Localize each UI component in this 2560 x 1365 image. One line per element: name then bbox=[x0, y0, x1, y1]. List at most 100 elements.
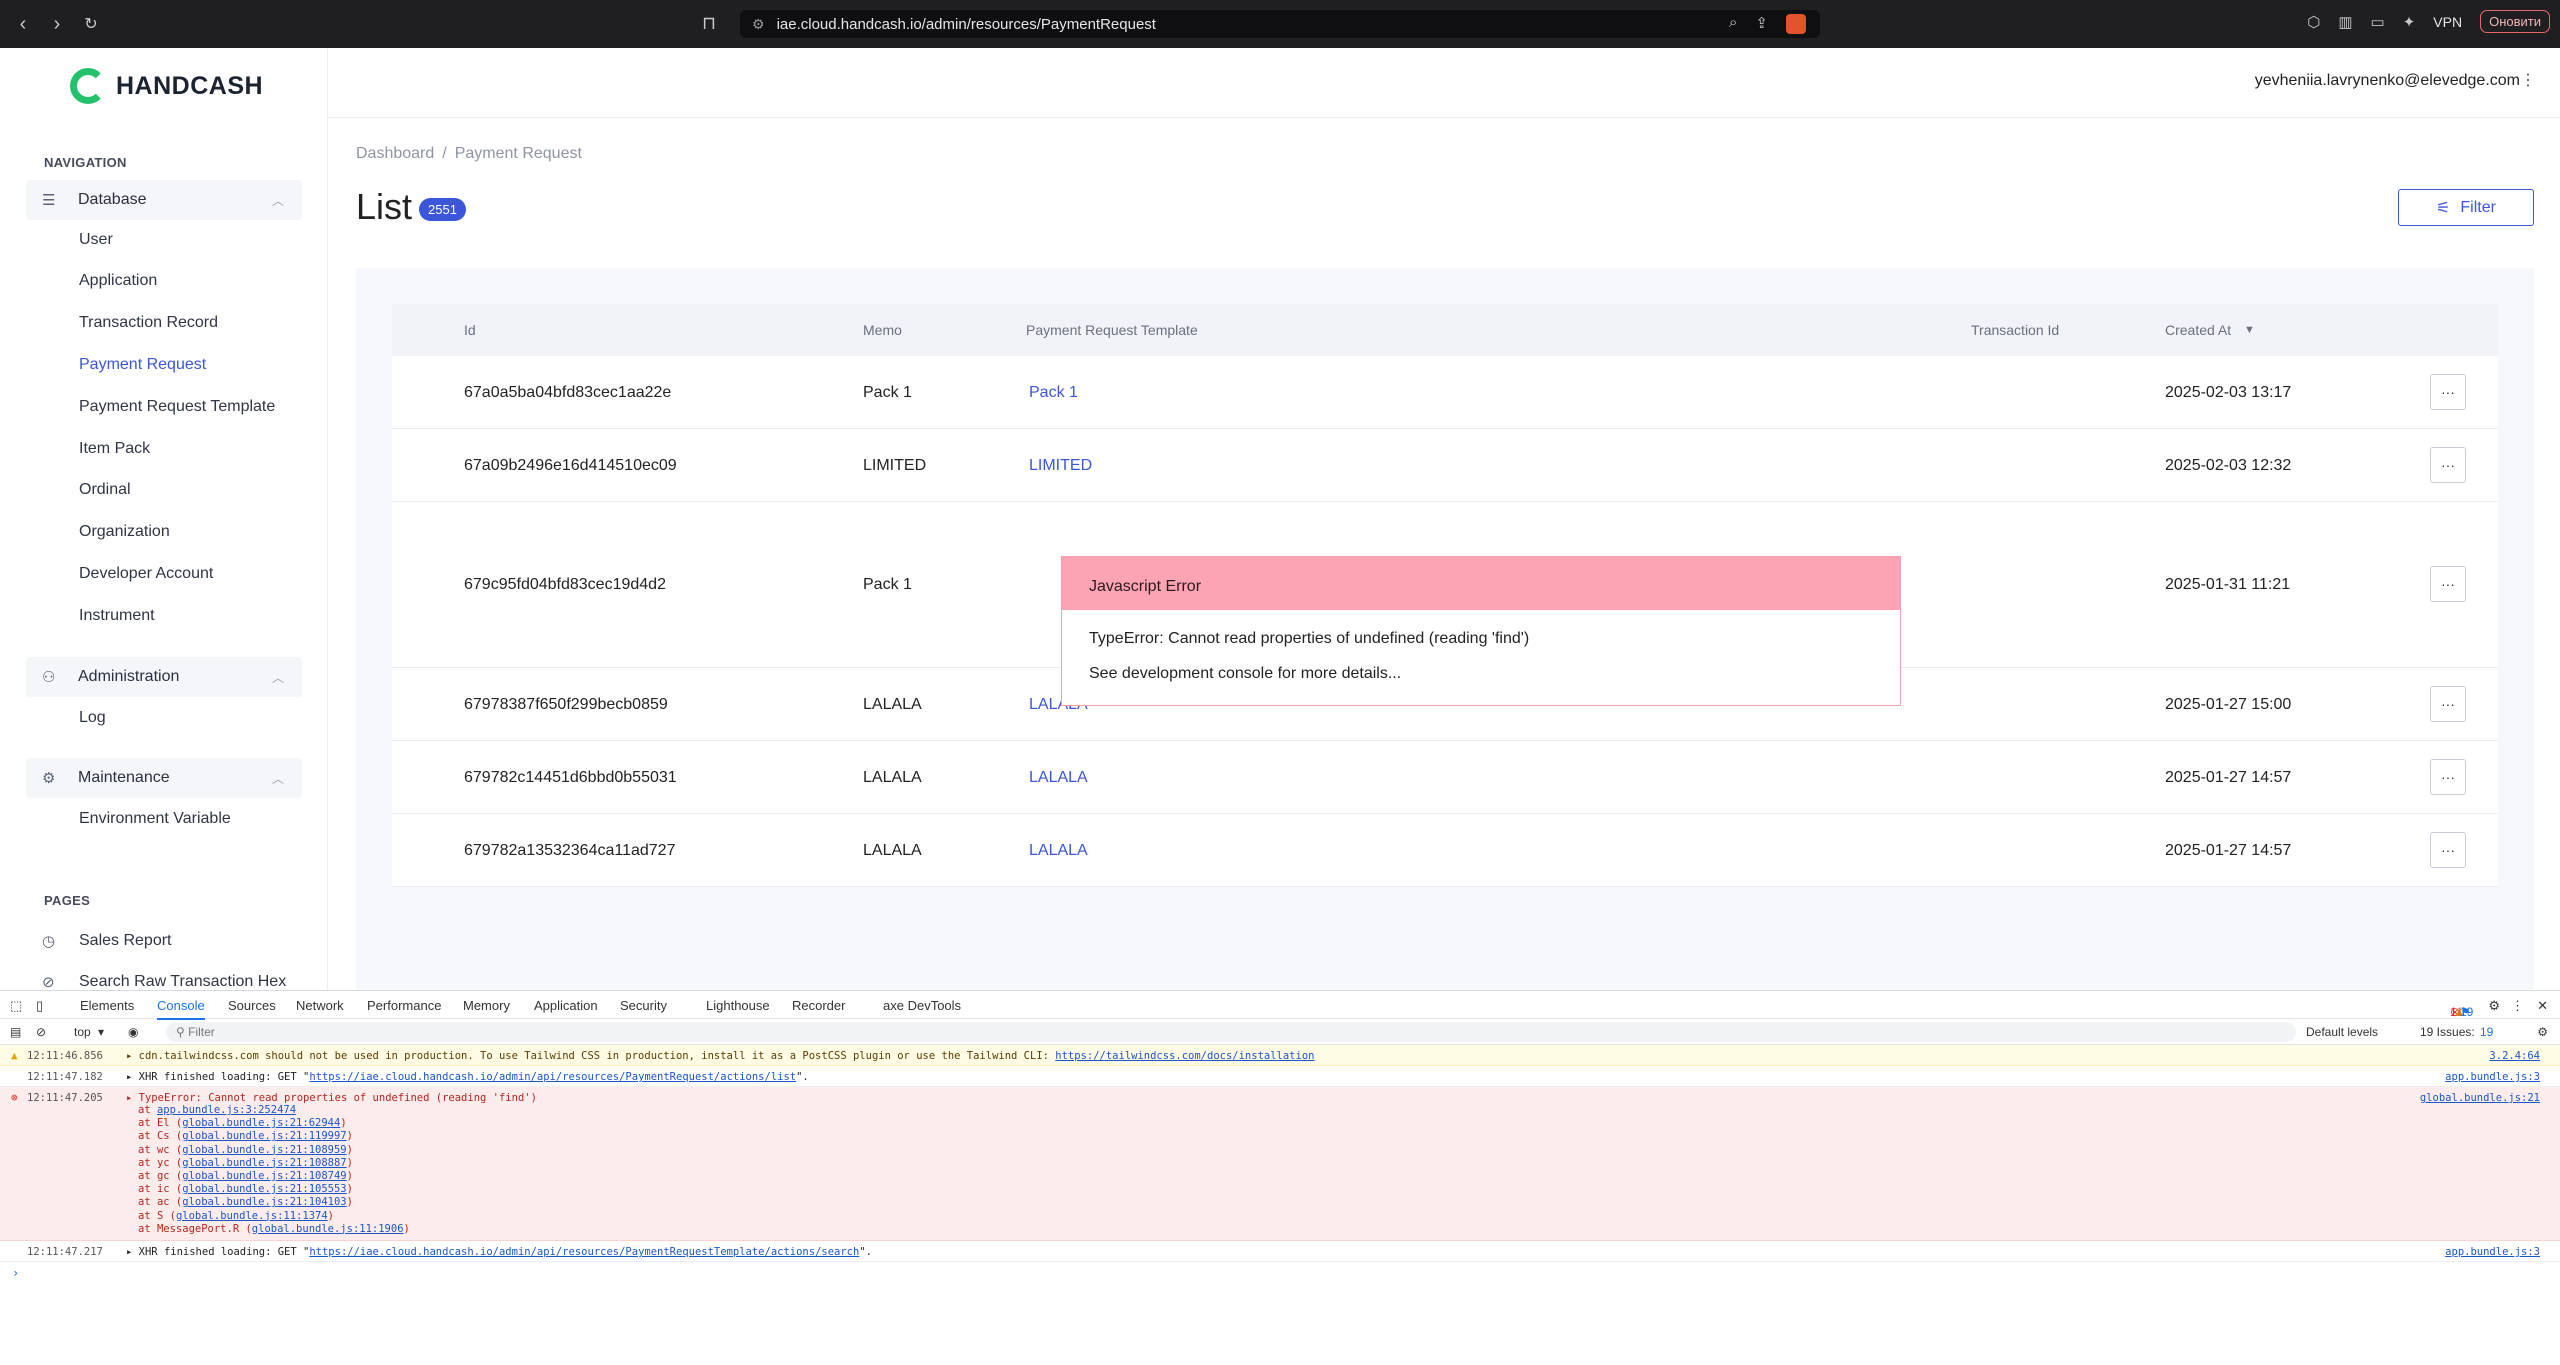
share-icon[interactable]: ⇪ bbox=[1755, 14, 1768, 34]
column-memo[interactable]: Memo bbox=[863, 322, 902, 338]
leo-icon[interactable]: ✦ bbox=[2403, 13, 2416, 31]
frame-link[interactable]: global.bundle.js:21:108959 bbox=[182, 1144, 346, 1156]
column-template[interactable]: Payment Request Template bbox=[1026, 322, 1198, 338]
source-link[interactable]: app.bundle.js:3 bbox=[2445, 1246, 2540, 1258]
close-icon[interactable]: ✕ bbox=[2537, 998, 2548, 1014]
cell-template-link[interactable]: Pack 1 bbox=[1029, 384, 1078, 402]
address-bar[interactable]: ⊓ ⚙ iae.cloud.handcash.io/admin/resource… bbox=[702, 10, 1820, 38]
tab-elements[interactable]: Elements bbox=[80, 998, 134, 1013]
cell-id[interactable]: 679c95fd04bfd83cec19d4d2 bbox=[464, 576, 666, 594]
source-link[interactable]: 3.2.4:64 bbox=[2489, 1050, 2540, 1062]
sidebar-item-organization[interactable]: Organization bbox=[79, 523, 170, 541]
url-text[interactable]: iae.cloud.handcash.io/admin/resources/Pa… bbox=[777, 16, 1156, 33]
message-link[interactable]: https://iae.cloud.handcash.io/admin/api/… bbox=[309, 1246, 859, 1258]
extensions-icon[interactable]: ⬡ bbox=[2307, 13, 2320, 31]
tab-axe-devtools[interactable]: axe DevTools bbox=[883, 998, 961, 1013]
row-actions-button[interactable]: ··· bbox=[2430, 686, 2466, 722]
sidebar-item-sales-report[interactable]: ◷ Sales Report bbox=[42, 932, 172, 950]
sidebar-item-transaction-record[interactable]: Transaction Record bbox=[79, 314, 218, 332]
more-icon[interactable]: ⋮ bbox=[2520, 70, 2536, 90]
sidebar-section-database[interactable]: ☰ Database ︿ bbox=[26, 180, 302, 220]
cell-id[interactable]: 67978387f650f299becb0859 bbox=[464, 696, 668, 714]
devtools-counters[interactable]: ⊗ 1 ▲ 1 ⚑ 19 bbox=[2450, 998, 2473, 1019]
row-actions-button[interactable]: ··· bbox=[2430, 832, 2466, 868]
row-actions-button[interactable]: ··· bbox=[2430, 374, 2466, 410]
back-icon[interactable]: ‹ bbox=[12, 13, 34, 35]
console-error[interactable]: ⊗ 12:11:47.205 ▸ TypeError: Cannot read … bbox=[0, 1087, 2560, 1242]
row-actions-button[interactable]: ··· bbox=[2430, 759, 2466, 795]
tab-memory[interactable]: Memory bbox=[463, 998, 510, 1013]
site-settings-icon[interactable]: ⚙ bbox=[752, 16, 765, 33]
sidebar-item-payment-request[interactable]: Payment Request bbox=[79, 356, 206, 374]
sidebar-item-developer-account[interactable]: Developer Account bbox=[79, 565, 213, 583]
cell-id[interactable]: 679782a13532364ca11ad727 bbox=[464, 842, 675, 860]
sidebar-item-log[interactable]: Log bbox=[79, 709, 106, 727]
tab-network[interactable]: Network bbox=[296, 998, 344, 1013]
levels-select[interactable]: Default levels bbox=[2306, 1025, 2378, 1039]
cell-template-link[interactable]: LALALA bbox=[1029, 842, 1088, 860]
row-actions-button[interactable]: ··· bbox=[2430, 566, 2466, 602]
vpn-button[interactable]: VPN bbox=[2433, 14, 2462, 30]
tab-console[interactable]: Console bbox=[157, 998, 205, 1020]
tab-sources[interactable]: Sources bbox=[228, 998, 276, 1013]
bookmark-icon[interactable]: ⊓ bbox=[702, 13, 716, 34]
message-link[interactable]: https://tailwindcss.com/docs/installatio… bbox=[1055, 1050, 1314, 1062]
console-settings-icon[interactable]: ⚙ bbox=[2537, 1025, 2548, 1039]
sidebar-item-ordinal[interactable]: Ordinal bbox=[79, 481, 131, 499]
sidebar-icon[interactable]: ▤ bbox=[10, 1025, 21, 1039]
issues-badge[interactable]: 19 bbox=[2480, 1025, 2493, 1039]
cell-id[interactable]: 67a0a5ba04bfd83cec1aa22e bbox=[464, 384, 671, 402]
tab-lighthouse[interactable]: Lighthouse bbox=[706, 998, 770, 1013]
message-link[interactable]: https://iae.cloud.handcash.io/admin/api/… bbox=[309, 1071, 796, 1083]
breadcrumb-dashboard[interactable]: Dashboard bbox=[356, 145, 434, 162]
tab-performance[interactable]: Performance bbox=[367, 998, 441, 1013]
frame-link[interactable]: global.bundle.js:11:1374 bbox=[176, 1210, 328, 1222]
table-row[interactable]: 679782c14451d6bbd0b55031 LALALA LALALA 2… bbox=[392, 741, 2498, 814]
sidebar-section-administration[interactable]: ⚇ Administration ︿ bbox=[26, 657, 302, 697]
frame-link[interactable]: global.bundle.js:21:119997 bbox=[182, 1130, 346, 1142]
user-email[interactable]: yevheniia.lavrynenko@elevedge.com bbox=[2255, 72, 2520, 90]
forward-icon[interactable]: › bbox=[46, 13, 68, 35]
sidebar-item-search-raw-transaction-hex[interactable]: ⊘ Search Raw Transaction Hex bbox=[42, 973, 286, 991]
tab-security[interactable]: Security bbox=[620, 998, 667, 1013]
console-prompt-row[interactable]: › bbox=[0, 1262, 2560, 1282]
zoom-icon[interactable]: ⌕ bbox=[1729, 14, 1737, 34]
frame-link[interactable]: global.bundle.js:21:104103 bbox=[182, 1196, 346, 1208]
update-button[interactable]: Оновити bbox=[2480, 10, 2550, 33]
cell-id[interactable]: 67a09b2496e16d414510ec09 bbox=[464, 457, 677, 475]
frame-link[interactable]: app.bundle.js:3:252474 bbox=[157, 1104, 296, 1116]
sidebar-toggle-icon[interactable]: ▥ bbox=[2338, 13, 2352, 31]
frame-link[interactable]: global.bundle.js:21:105553 bbox=[182, 1183, 346, 1195]
cell-id[interactable]: 679782c14451d6bbd0b55031 bbox=[464, 769, 677, 787]
source-link[interactable]: global.bundle.js:21 bbox=[2420, 1092, 2540, 1104]
filter-button[interactable]: ⚟ Filter bbox=[2398, 189, 2534, 226]
table-row[interactable]: 67a0a5ba04bfd83cec1aa22e Pack 1 Pack 1 2… bbox=[392, 356, 2498, 429]
sidebar-item-item-pack[interactable]: Item Pack bbox=[79, 440, 150, 458]
issues-label[interactable]: 19 Issues: bbox=[2420, 1025, 2475, 1039]
tab-application[interactable]: Application bbox=[534, 998, 598, 1013]
sidebar-item-instrument[interactable]: Instrument bbox=[79, 607, 155, 625]
source-link[interactable]: app.bundle.js:3 bbox=[2445, 1071, 2540, 1083]
settings-icon[interactable]: ⚙ bbox=[2488, 998, 2500, 1014]
context-select[interactable]: top bbox=[74, 1025, 91, 1039]
inspect-icon[interactable]: ⬚ bbox=[10, 998, 22, 1014]
table-row[interactable]: 679782a13532364ca11ad727 LALALA LALALA 2… bbox=[392, 814, 2498, 887]
frame-link[interactable]: global.bundle.js:21:62944 bbox=[182, 1117, 340, 1129]
sidebar-item-user[interactable]: User bbox=[79, 231, 113, 249]
frame-link[interactable]: global.bundle.js:11:1906 bbox=[252, 1223, 404, 1235]
column-id[interactable]: Id bbox=[464, 322, 476, 338]
console-filter-input[interactable]: ⚲ Filter bbox=[166, 1022, 2296, 1042]
cell-template-link[interactable]: LALALA bbox=[1029, 769, 1088, 787]
table-row[interactable]: 67a09b2496e16d414510ec09 LIMITED LIMITED… bbox=[392, 429, 2498, 502]
cell-template-link[interactable]: LIMITED bbox=[1029, 457, 1092, 475]
device-toolbar-icon[interactable]: ▯ bbox=[36, 998, 43, 1014]
sidebar-item-application[interactable]: Application bbox=[79, 272, 157, 290]
frame-link[interactable]: global.bundle.js:21:108887 bbox=[182, 1157, 346, 1169]
more-icon[interactable]: ⋮ bbox=[2511, 998, 2524, 1014]
column-created-at[interactable]: Created At bbox=[2165, 322, 2231, 338]
sidebar-section-maintenance[interactable]: ⚙ Maintenance ︿ bbox=[26, 758, 302, 798]
sidebar-item-environment-variable[interactable]: Environment Variable bbox=[79, 810, 231, 828]
column-transaction-id[interactable]: Transaction Id bbox=[1971, 322, 2059, 338]
row-actions-button[interactable]: ··· bbox=[2430, 447, 2466, 483]
brave-shield-icon[interactable] bbox=[1786, 14, 1806, 34]
